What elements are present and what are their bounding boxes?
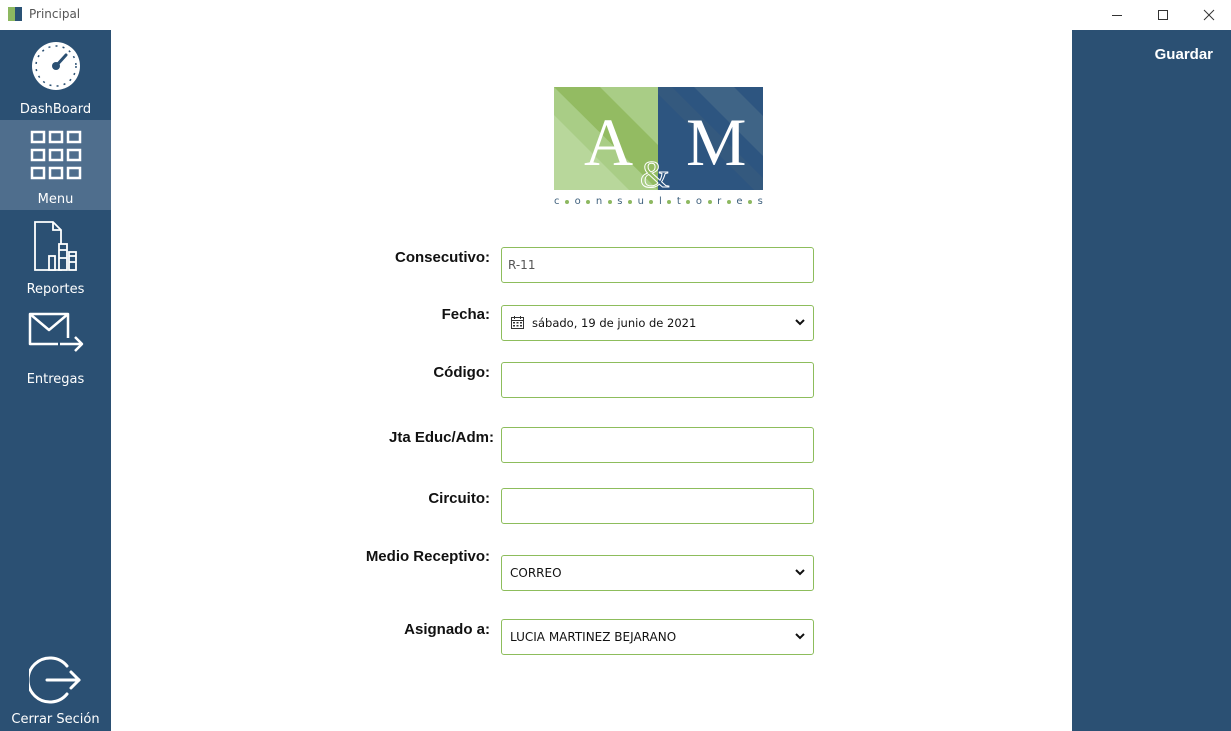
- tagline-letter: t: [676, 196, 681, 207]
- sidebar-item-reportes[interactable]: Reportes: [0, 210, 111, 300]
- tagline-dot: [649, 199, 654, 204]
- consecutivo-input[interactable]: [508, 248, 798, 282]
- maximize-button[interactable]: [1140, 0, 1186, 30]
- fecha-datepicker[interactable]: sábado, 19 de junio de 2021: [501, 305, 814, 341]
- maximize-icon: [1158, 10, 1168, 20]
- asignado-value: LUCIA MARTINEZ BEJARANO: [510, 630, 677, 644]
- codigo-field[interactable]: [501, 362, 814, 398]
- tagline-dot: [686, 199, 691, 204]
- jta-educ-adm-label: Jta Educ/Adm:: [388, 429, 494, 446]
- consecutivo-label: Consecutivo:: [394, 249, 490, 266]
- company-logo: A M &: [554, 87, 763, 190]
- tagline-letter: s: [617, 196, 623, 207]
- tagline-letter: n: [595, 196, 603, 207]
- sidebar-item-label: DashBoard: [19, 102, 92, 117]
- sidebar-item-entregas[interactable]: Entregas: [0, 300, 111, 390]
- report-chart-icon: [33, 221, 77, 271]
- tagline-letter: o: [574, 196, 581, 207]
- close-icon: [1203, 9, 1215, 21]
- calendar-icon: [511, 316, 524, 329]
- tagline-dot: [707, 199, 712, 204]
- chevron-down-icon[interactable]: [795, 318, 805, 326]
- action-panel: Guardar: [1072, 30, 1231, 731]
- app-icon: [8, 7, 22, 21]
- tagline-letter: o: [695, 196, 703, 207]
- tagline-letter: u: [637, 196, 644, 207]
- tagline-dot: [628, 199, 633, 204]
- tagline-letter: e: [736, 196, 743, 207]
- minimize-button[interactable]: [1094, 0, 1140, 30]
- logo-tagline: consultores: [554, 196, 763, 207]
- close-button[interactable]: [1186, 0, 1231, 30]
- chevron-down-icon[interactable]: [795, 632, 805, 640]
- medio-receptivo-select[interactable]: CORREO: [501, 555, 814, 591]
- sidebar-item-label: Entregas: [26, 372, 85, 387]
- sidebar-item-dashboard[interactable]: DashBoard: [0, 30, 111, 120]
- circuito-input[interactable]: [508, 489, 798, 523]
- fecha-value: sábado, 19 de junio de 2021: [532, 316, 697, 330]
- asignado-label: Asignado a:: [404, 621, 490, 638]
- tagline-dot: [607, 199, 612, 204]
- dashboard-gauge-icon: [31, 42, 80, 90]
- sidebar-item-menu[interactable]: Menu: [0, 120, 111, 210]
- codigo-label: Código:: [433, 364, 490, 381]
- consecutivo-field[interactable]: [501, 247, 814, 283]
- grid-menu-icon: [30, 130, 81, 180]
- medio-receptivo-value: CORREO: [510, 566, 562, 580]
- title-bar: Principal: [0, 0, 1231, 30]
- tagline-letter: c: [554, 196, 560, 207]
- mail-send-icon: [28, 312, 83, 352]
- svg-text:A: A: [584, 104, 633, 180]
- tagline-letter: l: [659, 196, 662, 207]
- window-title: Principal: [29, 7, 81, 21]
- tagline-dot: [565, 199, 570, 204]
- sidebar: DashBoard Menu Reportes Entregas Cerrar …: [0, 30, 111, 731]
- jta-educ-adm-input[interactable]: [508, 428, 798, 462]
- tagline-dot: [726, 199, 731, 204]
- sidebar-item-label: Menu: [37, 192, 74, 207]
- minimize-icon: [1112, 15, 1122, 16]
- circuito-field[interactable]: [501, 488, 814, 524]
- codigo-input[interactable]: [508, 363, 798, 397]
- tagline-dot: [748, 199, 753, 204]
- tagline-letter: s: [757, 196, 763, 207]
- logout-label: Cerrar Seción: [11, 712, 100, 727]
- tagline-dot: [586, 199, 591, 204]
- logout-button[interactable]: Cerrar Seción: [0, 650, 111, 731]
- fecha-label: Fecha:: [441, 306, 490, 323]
- sidebar-item-label: Reportes: [26, 282, 85, 297]
- tagline-dot: [667, 199, 672, 204]
- jta-educ-adm-field[interactable]: [501, 427, 814, 463]
- circuito-label: Circuito:: [428, 490, 490, 507]
- svg-text:M: M: [686, 104, 746, 180]
- chevron-down-icon[interactable]: [795, 568, 805, 576]
- svg-text:&: &: [640, 154, 670, 190]
- logout-icon: [28, 656, 80, 704]
- tagline-letter: r: [717, 196, 722, 207]
- medio-receptivo-label: Medio Receptivo:: [365, 548, 490, 565]
- asignado-select[interactable]: LUCIA MARTINEZ BEJARANO: [501, 619, 814, 655]
- save-button[interactable]: Guardar: [1155, 46, 1213, 63]
